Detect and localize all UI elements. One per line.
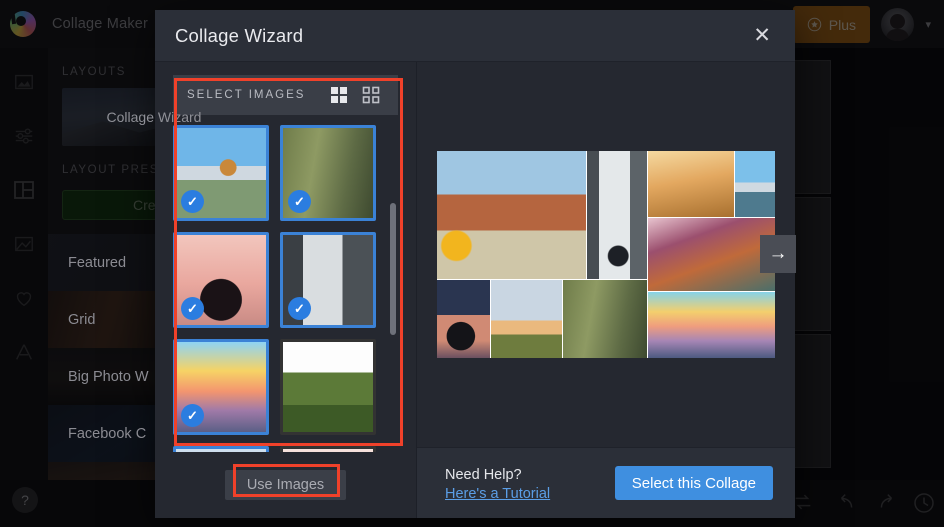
select-this-collage-button[interactable]: Select this Collage: [614, 466, 773, 500]
tutorial-link[interactable]: Here's a Tutorial: [445, 486, 550, 502]
selected-check-icon: ✓: [288, 297, 311, 320]
app-root: Collage Maker Plus ▾: [0, 0, 944, 527]
preset-label: Big Photo W: [68, 368, 149, 385]
close-icon[interactable]: ✕: [749, 23, 775, 48]
thumbnail-image: [283, 449, 373, 452]
image-thumbnail[interactable]: ✓: [280, 232, 376, 328]
need-help-label: Need Help?: [445, 466, 522, 483]
collage-tile[interactable]: [437, 151, 586, 279]
use-images-row: Use Images: [155, 452, 416, 518]
collage-tile[interactable]: [563, 280, 647, 358]
grid-large-icon[interactable]: [330, 86, 348, 104]
collage-tile[interactable]: [587, 151, 647, 279]
next-collage-arrow-icon: →: [768, 243, 788, 264]
image-thumbnail-scroll[interactable]: ✓ ✓ ✓ ✓ ✓ ✓: [173, 125, 398, 452]
use-images-label: Use Images: [246, 477, 325, 493]
collage-tile[interactable]: [648, 292, 775, 358]
view-toggle-group: [330, 86, 380, 104]
image-thumbnail[interactable]: ✓: [173, 232, 269, 328]
image-thumbnail[interactable]: ✓: [280, 125, 376, 221]
collage-preview-panel: → Need Help? Here's a Tutorial Select th…: [417, 62, 796, 518]
selected-check-icon: ✓: [181, 190, 204, 213]
thumbnail-scrollbar[interactable]: [390, 203, 396, 335]
collage-tile[interactable]: [648, 218, 775, 291]
image-thumbnail[interactable]: ✓: [173, 446, 269, 452]
dialog-title: Collage Wizard: [175, 24, 304, 46]
collage-tile[interactable]: [491, 280, 562, 358]
collage-wizard-dialog: Collage Wizard ✕ SELECT IMAGES ✓ ✓ ✓ ✓ ✓…: [155, 10, 796, 518]
image-thumbnail-grid: ✓ ✓ ✓ ✓ ✓ ✓: [173, 125, 398, 452]
preset-label: Grid: [68, 311, 96, 328]
preset-label: Facebook C: [68, 425, 147, 442]
dialog-body: SELECT IMAGES ✓ ✓ ✓ ✓ ✓ Use Images → Nee…: [155, 62, 796, 518]
collage-preview-area: →: [417, 62, 796, 447]
thumbnail-image: [176, 449, 266, 452]
grid-small-icon[interactable]: [362, 86, 380, 104]
collage-wizard-card[interactable]: Collage Wizard: [62, 88, 246, 146]
image-thumbnail[interactable]: [280, 446, 376, 452]
collage-preview[interactable]: →: [437, 151, 796, 358]
help-block: Need Help? Here's a Tutorial: [445, 464, 550, 502]
select-this-collage-label: Select this Collage: [631, 474, 756, 492]
dialog-header: Collage Wizard ✕: [155, 10, 795, 62]
dialog-footer: Need Help? Here's a Tutorial Select this…: [417, 447, 795, 518]
image-thumbnail[interactable]: [280, 339, 376, 435]
collage-tile[interactable]: [437, 280, 490, 358]
preset-label: Featured: [68, 254, 127, 271]
thumbnail-image: [283, 342, 373, 432]
collage-wizard-card-label: Collage Wizard: [106, 109, 202, 125]
collage-tile[interactable]: [735, 151, 775, 217]
selected-check-icon: ✓: [288, 190, 311, 213]
selected-check-icon: ✓: [181, 297, 204, 320]
use-images-button[interactable]: Use Images: [224, 470, 347, 500]
selected-check-icon: ✓: [181, 404, 204, 427]
next-collage-button[interactable]: →: [760, 235, 796, 273]
collage-tile[interactable]: [648, 151, 734, 217]
image-thumbnail[interactable]: ✓: [173, 339, 269, 435]
